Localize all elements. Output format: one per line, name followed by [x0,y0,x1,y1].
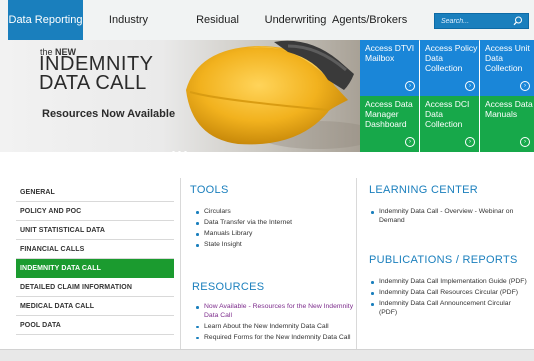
sidebar-item-medical-data-call[interactable]: MEDICAL DATA CALL [16,297,174,316]
resources-link[interactable]: Learn About the New Indemnity Data Call [194,323,354,332]
publications-link[interactable]: Indemnity Data Call Announcement Circula… [369,300,529,317]
nav-data-reporting[interactable]: Data Reporting [8,0,83,40]
nav-agents-brokers[interactable]: Agents/Brokers [332,0,407,40]
resources-heading: RESOURCES [192,281,265,293]
learning-center-heading: LEARNING CENTER [369,184,479,196]
column-divider [180,178,181,349]
tile-access-policy-data-collection[interactable]: Access Policy Data Collection › [420,40,479,96]
hero-title-line1: INDEMNITY [39,53,154,75]
sidebar-item-indemnity-data-call[interactable]: INDEMNITY DATA CALL [16,259,174,278]
resources-list: Now Available - Resources for the New In… [194,303,354,345]
sidebar-item-general[interactable]: GENERAL [16,183,174,202]
publications-list: Indemnity Data Call Implementation Guide… [369,278,529,320]
sidebar-item-pool-data[interactable]: POOL DATA [16,316,174,335]
arrow-right-icon: › [520,81,530,91]
column-divider [356,178,357,349]
tile-access-dci-data-collection[interactable]: Access DCI Data Collection › [420,96,479,152]
tools-link[interactable]: Manuals Library [194,230,349,239]
tile-access-data-manuals[interactable]: Access Data Manuals › [480,96,534,152]
tile-label: Access DTVI Mailbox [365,43,415,63]
sidebar-item-policy-and-poc[interactable]: POLICY AND POC [16,202,174,221]
tools-link[interactable]: Circulars [194,208,349,217]
tile-access-unit-data-collection[interactable]: Access Unit Data Collection › [480,40,534,96]
nav-industry-information[interactable]: Industry Information [83,0,174,66]
tile-access-dtvi-mailbox[interactable]: Access DTVI Mailbox › [360,40,419,96]
sidebar-item-financial-calls[interactable]: FINANCIAL CALLS [16,240,174,259]
top-nav: Data Reporting Industry Information Resi… [0,0,534,66]
arrow-right-icon: › [405,137,415,147]
carousel-dot[interactable] [172,151,175,152]
search-box [434,13,529,29]
tools-link[interactable]: State Insight [194,241,349,250]
publications-link[interactable]: Indemnity Data Call Implementation Guide… [369,278,529,287]
carousel-dots [172,141,190,152]
learning-center-list: Indemnity Data Call - Overview - Webinar… [369,208,529,228]
tile-label: Access Data Manager Dashboard [365,99,413,129]
tools-heading: TOOLS [190,184,229,196]
tools-list: Circulars Data Transfer via the Internet… [194,208,349,252]
publications-link[interactable]: Indemnity Data Call Resources Circular (… [369,289,529,298]
arrow-right-icon: › [520,137,530,147]
sidebar-menu: GENERAL POLICY AND POC UNIT STATISTICAL … [16,183,174,335]
publications-heading: PUBLICATIONS / REPORTS [369,254,518,266]
tile-label: Access DCI Data Collection [425,99,470,129]
learning-center-link[interactable]: Indemnity Data Call - Overview - Webinar… [369,208,529,225]
search-input[interactable] [435,14,513,28]
footer-strip [0,349,534,361]
carousel-dot[interactable] [184,151,187,152]
nav-residual-markets[interactable]: Residual Markets [176,0,259,66]
hero-title-line2: DATA CALL [39,72,147,94]
carousel-dot[interactable] [178,151,181,152]
sidebar-item-detailed-claim-information[interactable]: DETAILED CLAIM INFORMATION [16,278,174,297]
tile-label: Access Data Manuals [485,99,533,119]
hero-banner[interactable]: the NEW INDEMNITY DATA CALL Resources No… [0,40,360,152]
tools-link[interactable]: Data Transfer via the Internet [194,219,349,228]
search-icon[interactable] [512,15,524,27]
tile-label: Access Unit Data Collection [485,43,530,73]
hard-hat-image [186,40,360,149]
sidebar-item-unit-statistical-data[interactable]: UNIT STATISTICAL DATA [16,221,174,240]
resources-link[interactable]: Required Forms for the New Indemnity Dat… [194,334,354,343]
arrow-right-icon: › [405,81,415,91]
arrow-right-icon: › [465,137,475,147]
hero-subtitle: Resources Now Available [42,108,176,120]
tile-access-data-manager-dashboard[interactable]: Access Data Manager Dashboard › [360,96,419,152]
resources-link[interactable]: Now Available - Resources for the New In… [194,303,354,320]
tile-label: Access Policy Data Collection [425,43,478,73]
arrow-right-icon: › [465,81,475,91]
nav-underwriting[interactable]: Underwriting [259,0,332,40]
